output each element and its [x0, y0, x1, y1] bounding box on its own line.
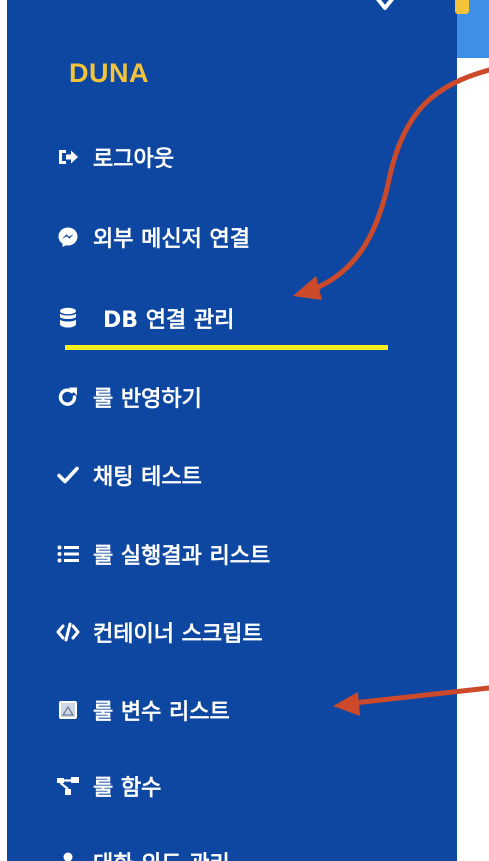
sidebar-item-label: DB 연결 관리 [103, 308, 235, 333]
sidebar-item-rule-functions[interactable]: 룰 함수 [55, 766, 161, 806]
main-content-area [455, 0, 489, 861]
sidebar-item-label: 채팅 테스트 [93, 465, 202, 490]
check-icon [55, 462, 81, 488]
image-icon [55, 697, 81, 723]
sidebar: DUNA 로그아웃 외부 메신저 연결 DB 연결 관리 룰 반영하기 채팅 테… [7, 0, 457, 861]
database-icon [55, 305, 81, 331]
code-icon [55, 619, 81, 645]
sidebar-item-messenger[interactable]: 외부 메신저 연결 [55, 217, 250, 257]
top-header-bar [455, 0, 489, 58]
list-icon [55, 541, 81, 567]
sidebar-item-intent-management[interactable]: 대화 의도 관리 [55, 842, 230, 861]
sign-out-icon [55, 144, 81, 170]
sidebar-item-rule-results[interactable]: 룰 실행결과 리스트 [55, 534, 270, 574]
sidebar-item-label: 컨테이너 스크립트 [93, 622, 263, 647]
sidebar-item-label: 룰 반영하기 [93, 387, 202, 412]
sidebar-item-rule-variables[interactable]: 룰 변수 리스트 [55, 690, 230, 730]
redo-icon [55, 384, 81, 410]
sidebar-item-apply-rules[interactable]: 룰 반영하기 [55, 377, 202, 417]
sidebar-item-label: 룰 함수 [93, 776, 162, 801]
sidebar-collapse-button[interactable] [373, 0, 401, 18]
sitemap-icon [55, 773, 81, 799]
sidebar-item-container-script[interactable]: 컨테이너 스크립트 [55, 612, 263, 652]
sidebar-item-chat-test[interactable]: 채팅 테스트 [55, 455, 202, 495]
left-window-edge [0, 0, 7, 861]
brand-title: DUNA [69, 58, 149, 88]
close-icon [376, 0, 394, 10]
sidebar-item-label: 룰 실행결과 리스트 [93, 544, 271, 569]
sidebar-item-label: 대화 의도 관리 [93, 846, 230, 861]
messenger-icon [55, 224, 81, 250]
sidebar-item-label: 로그아웃 [93, 147, 174, 172]
sidebar-item-logout[interactable]: 로그아웃 [55, 137, 174, 177]
sidebar-item-label: 외부 메신저 연결 [93, 227, 250, 252]
logo-icon [455, 0, 469, 14]
user-icon [55, 849, 81, 861]
highlight-underline [65, 345, 388, 350]
sidebar-item-db-connection[interactable]: DB 연결 관리 [55, 298, 234, 338]
sidebar-item-label: 룰 변수 리스트 [93, 700, 230, 725]
